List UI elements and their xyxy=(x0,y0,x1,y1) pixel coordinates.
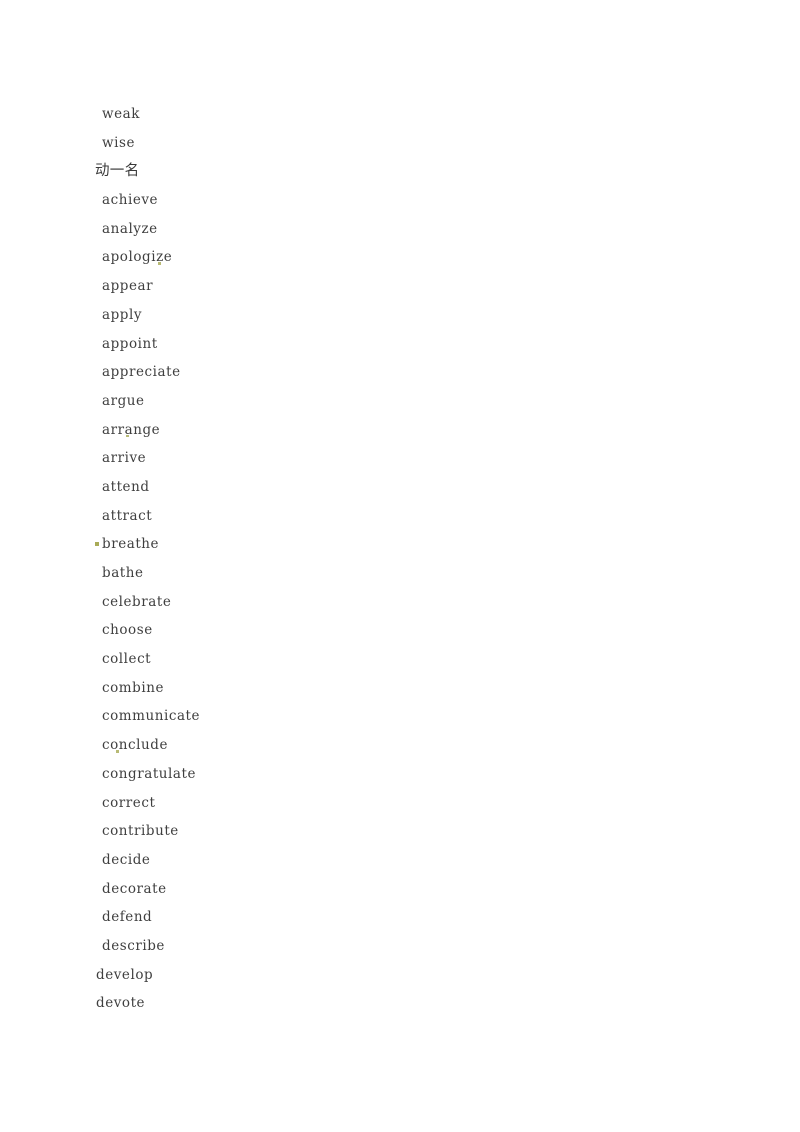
word-list-item: celebrate xyxy=(102,593,172,610)
word-list-item: develop xyxy=(96,966,154,983)
scan-speck-icon xyxy=(116,750,119,753)
word-list-item: weak xyxy=(102,106,140,122)
word-list-item: contribute xyxy=(102,823,179,840)
scan-speck-marker-icon xyxy=(95,542,99,547)
word-list-item: defend xyxy=(102,909,153,926)
word-list-item: wise xyxy=(102,134,135,151)
word-list-item: attend xyxy=(102,478,150,495)
word-list-item: apply xyxy=(102,306,143,323)
word-list-item: collect xyxy=(102,651,152,668)
word-list-item: argue xyxy=(102,392,145,409)
vocabulary-word-list: weak wise 动一名 achieve analyze apologize appear… xyxy=(0,0,800,1018)
word-list-item: combine xyxy=(102,679,164,696)
word-list-item: achieve xyxy=(102,192,159,209)
word-list-item: bathe xyxy=(102,565,144,581)
word-list-item: analyze xyxy=(102,220,158,237)
word-list-item: appear xyxy=(102,278,154,295)
word-list-item: congratulate xyxy=(102,765,197,782)
word-list-item: attract xyxy=(102,507,153,524)
section-heading: 动一名 xyxy=(95,163,140,180)
word-list-item: decorate xyxy=(102,880,167,897)
word-list-item: apologize xyxy=(102,249,173,266)
scan-speck-icon xyxy=(158,262,161,265)
word-list-item: communicate xyxy=(102,708,201,725)
word-list-item: breathe xyxy=(0,530,800,559)
word-list-item: arrange xyxy=(102,421,161,438)
word-list-item: arrive xyxy=(102,450,147,467)
scan-speck-icon xyxy=(126,434,129,438)
word-list-item: choose xyxy=(102,622,153,639)
word-list-item: appreciate xyxy=(102,364,181,381)
word-list-item: appoint xyxy=(102,335,158,352)
word-list-item: correct xyxy=(102,794,156,811)
word-list-item: decide xyxy=(102,851,151,868)
document-page: weak wise 动一名 achieve analyze apologize appear… xyxy=(0,0,800,1132)
word-list-item: describe xyxy=(102,937,165,954)
word-list-item: conclude xyxy=(102,737,168,754)
word-list-item: devote xyxy=(96,995,146,1012)
